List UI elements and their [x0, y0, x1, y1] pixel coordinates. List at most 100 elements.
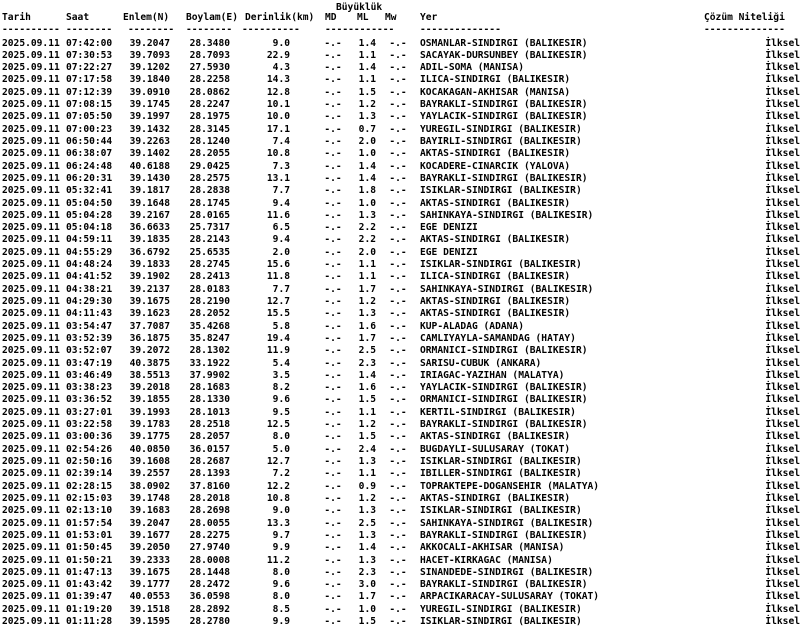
cell-depth: 9.6: [272, 579, 290, 591]
cell-mw: -.-: [389, 209, 407, 221]
cell-place: KUP-ALADAG (ADANA): [420, 320, 524, 332]
cell-mw: -.-: [389, 566, 407, 578]
cell-date: 2025.09.11: [2, 172, 60, 184]
cell-depth: 22.9: [266, 49, 290, 61]
cell-date: 2025.09.11: [2, 517, 60, 529]
cell-time: 04:59:11: [66, 234, 113, 246]
cell-solution: İlksel: [765, 529, 800, 541]
cell-place: BAYRAKLI-SINDIRGI (BALIKESIR): [420, 529, 588, 541]
cell-date: 2025.09.11: [2, 394, 60, 406]
cell-lon: 28.2413: [189, 271, 230, 283]
cell-md: -.-: [324, 579, 342, 591]
cell-date: 2025.09.11: [2, 468, 60, 480]
cell-place: AKTAS-SINDIRGI (BALIKESIR): [420, 234, 571, 246]
table-row: 2025.09.11 03:46:49 38.5513 37.9902 3.5 -.- 1.…: [0, 370, 800, 382]
cell-depth: 12.8: [266, 86, 290, 98]
cell-mw: -.-: [389, 529, 407, 541]
cell-depth: 12.5: [266, 419, 290, 431]
cell-place: AKTAS-SINDIRGI (BALIKESIR): [420, 492, 571, 504]
cell-place: AKTAS-SINDIRGI (BALIKESIR): [420, 308, 571, 320]
cell-date: 2025.09.11: [2, 456, 60, 468]
cell-lon: 28.1302: [189, 345, 230, 357]
cell-date: 2025.09.11: [2, 86, 60, 98]
cell-ml: 2.3: [358, 566, 376, 578]
cell-lat: 40.6188: [129, 160, 170, 172]
table-row: 2025.09.11 07:12:39 39.0910 28.0862 12.8 -.- 1…: [0, 87, 800, 99]
cell-lon: 36.0598: [189, 591, 230, 603]
cell-date: 2025.09.11: [2, 431, 60, 443]
cell-time: 04:41:52: [66, 271, 113, 283]
column-header: Enlem(N): [123, 12, 170, 23]
cell-mw: -.-: [389, 480, 407, 492]
cell-ml: 1.5: [358, 431, 376, 443]
cell-ml: 1.1: [358, 259, 376, 271]
cell-mw: -.-: [389, 160, 407, 172]
cell-depth: 19.4: [266, 332, 290, 344]
cell-time: 07:17:58: [66, 74, 113, 86]
cell-date: 2025.09.11: [2, 99, 60, 111]
table-row: 2025.09.11 03:52:39 36.1875 35.8247 19.4 -.- 1…: [0, 333, 800, 345]
cell-ml: 1.1: [358, 49, 376, 61]
cell-solution: İlksel: [765, 148, 800, 160]
cell-mw: -.-: [389, 185, 407, 197]
cell-place: ORMANICI-SINDIRGI (BALIKESIR): [420, 345, 588, 357]
cell-md: -.-: [324, 148, 342, 160]
cell-md: -.-: [324, 49, 342, 61]
cell-place: BUGDAYLI-SULUSARAY (TOKAT): [420, 443, 571, 455]
cell-place: ILICA-SINDIRGI (BALIKESIR): [420, 271, 571, 283]
cell-lat: 39.7093: [129, 49, 170, 61]
cell-solution: İlksel: [765, 443, 800, 455]
cell-date: 2025.09.11: [2, 566, 60, 578]
table-row: 2025.09.11 02:13:10 39.1683 28.2698 9.0 -.- 1.…: [0, 505, 800, 517]
cell-date: 2025.09.11: [2, 369, 60, 381]
cell-time: 07:42:00: [66, 37, 113, 49]
cell-date: 2025.09.11: [2, 197, 60, 209]
cell-lat: 39.1623: [129, 308, 170, 320]
cell-ml: 1.1: [358, 406, 376, 418]
cell-time: 05:04:18: [66, 222, 113, 234]
cell-mw: -.-: [389, 197, 407, 209]
cell-solution: İlksel: [765, 246, 800, 258]
cell-lat: 39.2050: [129, 542, 170, 554]
cell-md: -.-: [324, 505, 342, 517]
table-row: 2025.09.11 01:57:54 39.2047 28.0055 13.3 -.- 2…: [0, 518, 800, 530]
table-row: 2025.09.11 03:54:47 37.7087 35.4268 5.8 -.- 1.…: [0, 321, 800, 333]
table-row: 2025.09.11 07:22:27 39.1202 27.5930 4.3 -.- 1.…: [0, 62, 800, 74]
cell-lon: 28.0183: [189, 283, 230, 295]
cell-lon: 28.2518: [189, 419, 230, 431]
cell-lon: 28.2275: [189, 529, 230, 541]
cell-mw: -.-: [389, 49, 407, 61]
column-separator: ------------: [325, 24, 395, 35]
cell-lat: 39.0910: [129, 86, 170, 98]
cell-lat: 40.3875: [129, 357, 170, 369]
cell-md: -.-: [324, 259, 342, 271]
cell-time: 01:47:13: [66, 566, 113, 578]
cell-lat: 39.1748: [129, 492, 170, 504]
cell-md: -.-: [324, 37, 342, 49]
cell-lon: 28.2052: [189, 308, 230, 320]
cell-lat: 39.2333: [129, 554, 170, 566]
cell-lon: 35.8247: [189, 332, 230, 344]
cell-lat: 39.2263: [129, 135, 170, 147]
cell-place: ARPACIKARACAY-SULUSARAY (TOKAT): [420, 591, 600, 603]
cell-solution: İlksel: [765, 135, 800, 147]
cell-md: -.-: [324, 529, 342, 541]
cell-lat: 37.7087: [129, 320, 170, 332]
cell-md: -.-: [324, 246, 342, 258]
cell-solution: İlksel: [765, 456, 800, 468]
column-separator: --------: [186, 24, 233, 35]
cell-lat: 39.1675: [129, 566, 170, 578]
cell-place: CAMLIYAYLA-SAMANDAG (HATAY): [420, 332, 576, 344]
cell-place: BAYRAKLI-SINDIRGI (BALIKESIR): [420, 419, 588, 431]
cell-lon: 28.2018: [189, 492, 230, 504]
cell-depth: 10.0: [266, 111, 290, 123]
cell-md: -.-: [324, 160, 342, 172]
cell-md: -.-: [324, 345, 342, 357]
cell-mw: -.-: [389, 616, 407, 628]
cell-place: OSMANLAR-SINDIRGI (BALIKESIR): [420, 37, 588, 49]
table-row: 2025.09.11 01:43:42 39.1777 28.2472 9.6 -.- 3.…: [0, 579, 800, 591]
cell-md: -.-: [324, 74, 342, 86]
cell-depth: 11.2: [266, 554, 290, 566]
cell-solution: İlksel: [765, 369, 800, 381]
cell-solution: İlksel: [765, 505, 800, 517]
